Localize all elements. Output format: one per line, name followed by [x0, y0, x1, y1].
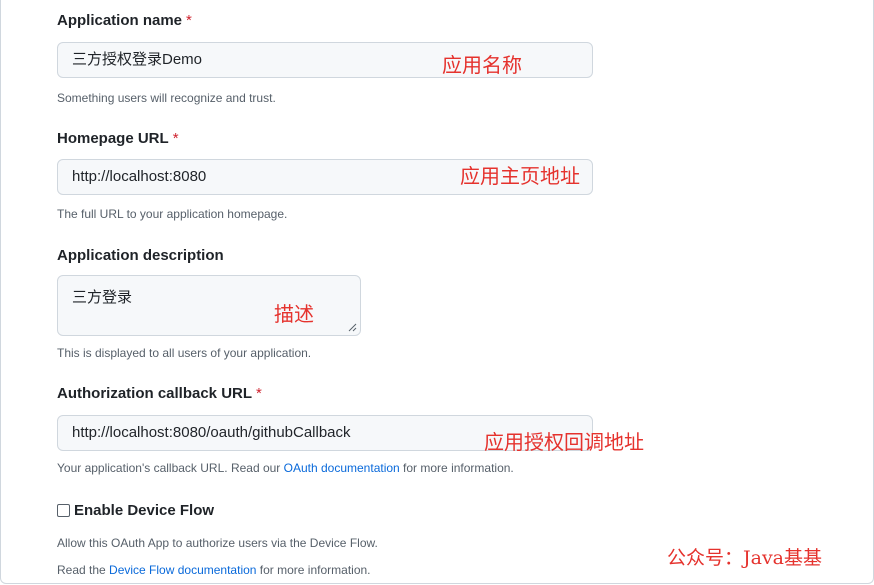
- device-flow-label[interactable]: Enable Device Flow: [74, 502, 214, 519]
- required-mark: *: [172, 130, 179, 147]
- device-flow-hint: Allow this OAuth App to authorize users …: [57, 536, 378, 550]
- description-label: Application description: [57, 247, 224, 264]
- required-mark: *: [186, 12, 192, 29]
- callback-label: Authorization callback URL *: [57, 385, 262, 402]
- description-hint: This is displayed to all users of your a…: [57, 346, 312, 360]
- oauth-documentation-link[interactable]: OAuth documentation: [284, 461, 400, 475]
- device-flow-checkbox[interactable]: [57, 504, 70, 517]
- callback-annotation: 应用授权回调地址: [484, 430, 644, 454]
- device-flow-doc-hint: Read the Device Flow documentation for m…: [57, 563, 371, 577]
- app-name-label: Application name *: [57, 12, 192, 29]
- resize-grip-icon[interactable]: [348, 323, 357, 332]
- device-flow-row[interactable]: Enable Device Flow: [57, 502, 214, 519]
- required-mark: *: [256, 385, 262, 402]
- description-annotation: 描述: [274, 302, 314, 326]
- homepage-hint: The full URL to your application homepag…: [57, 207, 288, 221]
- description-textarea[interactable]: 三方登录: [57, 275, 361, 336]
- app-name-annotation: 应用名称: [442, 53, 522, 77]
- watermark: 公众号：Java基基: [667, 547, 823, 569]
- device-flow-documentation-link[interactable]: Device Flow documentation: [109, 563, 256, 577]
- app-name-hint: Something users will recognize and trust…: [57, 91, 276, 105]
- homepage-label: Homepage URL *: [57, 130, 179, 147]
- homepage-annotation: 应用主页地址: [460, 164, 580, 188]
- description-text: 三方登录: [72, 289, 133, 306]
- callback-hint: Your application's callback URL. Read ou…: [57, 461, 514, 475]
